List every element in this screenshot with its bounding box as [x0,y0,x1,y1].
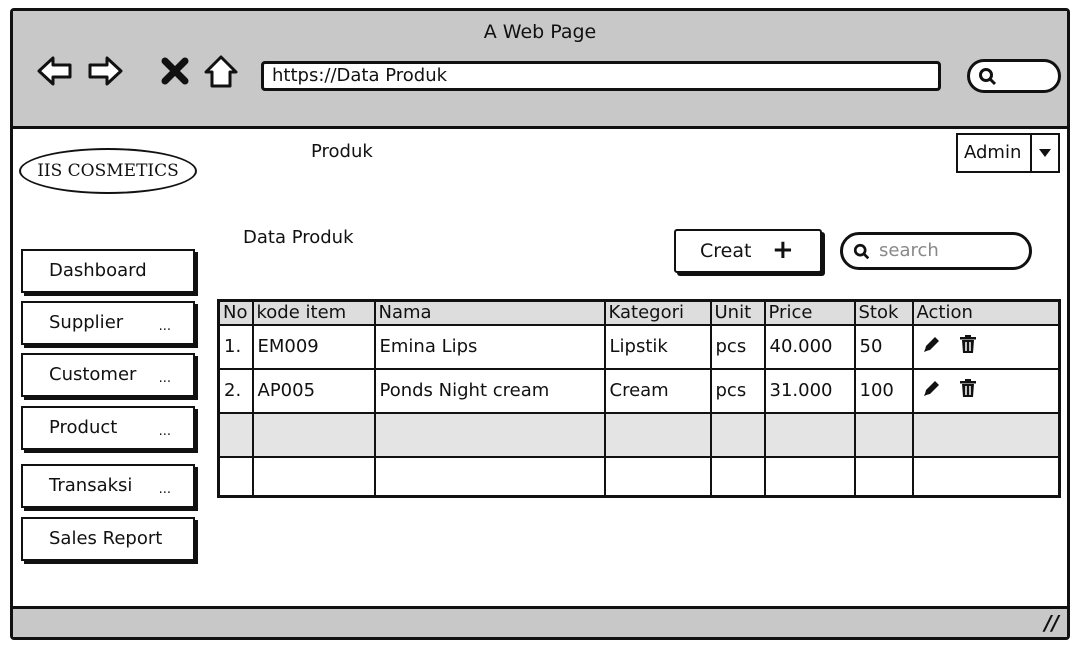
cell-stok: 100 [853,367,914,414]
browser-toolbar: A Web Page https://Data Produk [13,11,1067,129]
ellipsis-icon: ... [158,424,171,439]
sidebar-item-label: Dashboard [49,260,147,281]
browser-window: A Web Page https://Data Produk IIS COSME… [10,8,1070,640]
cell-action [911,367,1061,414]
ellipsis-icon: ... [158,482,171,497]
cell-action [911,323,1061,370]
sidebar-item-sales-report[interactable]: Sales Report [21,517,195,561]
cell-no: 2. [217,367,254,414]
table-row[interactable]: 1. EM009 Emina Lips Lipstik pcs 40.000 5… [217,323,1061,370]
sidebar-item-label: Product [49,417,118,438]
search-icon [853,243,870,260]
sidebar-item-label: Transaksi [49,475,133,496]
close-x-icon[interactable] [155,51,195,91]
status-bar: // [13,606,1067,637]
cell-unit: pcs [709,367,766,414]
cell-kode-item: EM009 [251,323,376,370]
plus-icon: + [772,235,794,265]
column-header-no: No [217,299,254,326]
table-header-row: No kode item Nama Kategori Unit Price St… [217,299,1061,326]
cell-price: 31.000 [763,367,856,414]
search-icon [979,68,997,86]
delete-trash-icon[interactable] [959,378,977,403]
create-button-label: Creat [700,240,752,262]
section-title: Data Produk [243,227,354,248]
column-header-action: Action [911,299,1061,326]
ellipsis-icon: ... [158,371,171,386]
column-header-nama: Nama [373,299,606,326]
window-title: A Web Page [483,21,597,43]
sidebar-item-transaksi[interactable]: Transaksi ... [21,464,195,508]
chevron-down-icon[interactable] [1032,135,1058,171]
sidebar-item-supplier[interactable]: Supplier ... [21,301,195,345]
create-button[interactable]: Creat + [674,229,822,273]
back-arrow-icon[interactable] [35,51,75,91]
cell-kategori: Cream [603,367,712,414]
sidebar-item-dashboard[interactable]: Dashboard [21,249,195,293]
cell-price: 40.000 [763,323,856,370]
browser-search-field[interactable] [967,59,1061,93]
table-row-empty [217,411,1061,458]
cell-no: 1. [217,323,254,370]
sidebar-item-product[interactable]: Product ... [21,406,195,450]
column-header-unit: Unit [709,299,766,326]
brand-logo[interactable]: IIS COSMETICS [19,148,197,194]
home-icon[interactable] [201,51,241,91]
user-menu-dropdown[interactable]: Admin [956,133,1060,173]
column-header-kode-item: kode item [251,299,376,326]
sidebar-item-label: Customer [49,364,137,385]
sidebar-item-customer[interactable]: Customer ... [21,353,195,397]
table-row-empty [217,455,1061,498]
sidebar-item-label: Supplier [49,312,124,333]
address-bar[interactable]: https://Data Produk [261,61,941,91]
column-header-stok: Stok [853,299,914,326]
cell-kategori: Lipstik [603,323,712,370]
resize-handle-icon[interactable]: // [1044,611,1059,635]
column-header-kategori: Kategori [603,299,712,326]
page-title: Produk [311,141,373,162]
cell-unit: pcs [709,323,766,370]
sidebar-item-label: Sales Report [49,528,163,549]
ellipsis-icon: ... [158,319,171,334]
search-placeholder: search [879,240,939,261]
product-table: No kode item Nama Kategori Unit Price St… [217,299,1061,498]
forward-arrow-icon[interactable] [85,51,125,91]
cell-stok: 50 [853,323,914,370]
edit-pencil-icon[interactable] [922,334,942,359]
delete-trash-icon[interactable] [959,334,977,359]
user-menu-label: Admin [958,135,1032,171]
search-input[interactable]: search [840,232,1032,270]
column-header-price: Price [763,299,856,326]
edit-pencil-icon[interactable] [922,378,942,403]
cell-nama: Ponds Night cream [373,367,606,414]
cell-kode-item: AP005 [251,367,376,414]
cell-nama: Emina Lips [373,323,606,370]
table-row[interactable]: 2. AP005 Ponds Night cream Cream pcs 31.… [217,367,1061,414]
